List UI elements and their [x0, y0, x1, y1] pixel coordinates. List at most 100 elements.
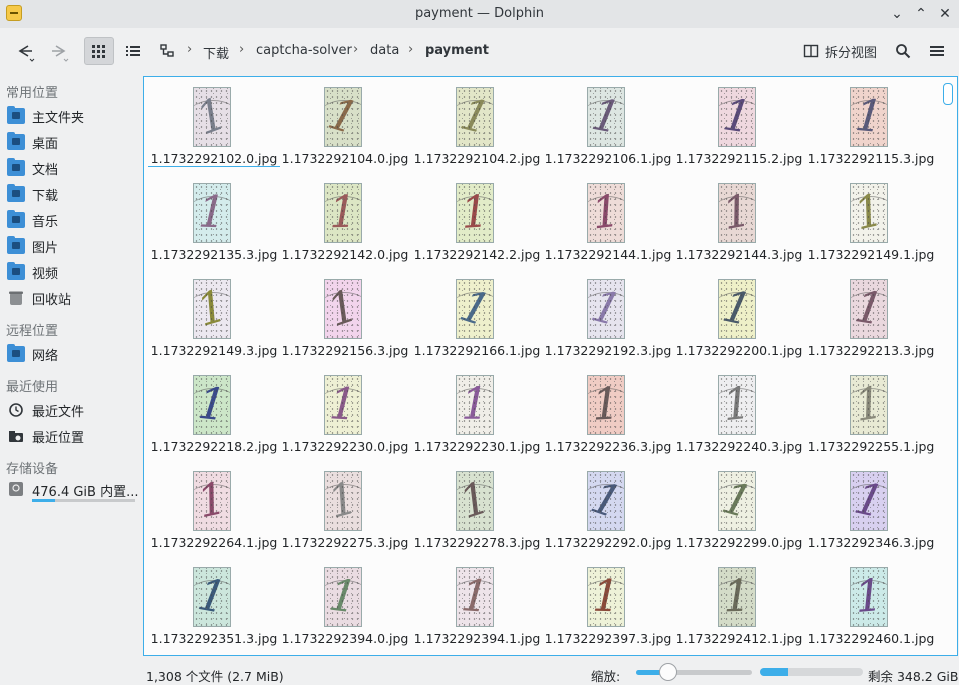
file-item[interactable]: 1 1.1732292299.0.jpg	[673, 471, 802, 561]
sidebar-item-documents[interactable]: 文档	[7, 157, 137, 179]
file-item[interactable]: 1 1.1732292102.0.jpg	[148, 87, 280, 177]
sidebar-item-pictures[interactable]: 图片	[7, 235, 137, 257]
thumbnail-noise-dots	[851, 88, 887, 146]
file-item[interactable]: 1 1.1732292200.1.jpg	[673, 279, 802, 369]
sidebar-item-label: 下载	[32, 188, 59, 204]
file-item[interactable]: 1 1.1732292278.3.jpg	[411, 471, 540, 561]
desktop-icon	[7, 132, 25, 150]
file-item[interactable]: 1 1.1732292166.1.jpg	[411, 279, 540, 369]
file-item[interactable]: 1 1.1732292104.2.jpg	[411, 87, 540, 177]
minimize-icon[interactable]: ⌄	[887, 4, 907, 24]
file-item[interactable]: 1 1.1732292397.3.jpg	[542, 567, 671, 655]
file-thumbnail: 1	[850, 279, 888, 339]
menu-button[interactable]	[924, 37, 950, 65]
split-view-button[interactable]: 拆分视图	[798, 37, 882, 65]
thumbnail-noise-dots	[719, 472, 755, 530]
search-button[interactable]	[890, 37, 916, 65]
file-name: 1.1732292255.1.jpg	[807, 439, 935, 454]
sidebar-item-music[interactable]: 音乐	[7, 209, 137, 231]
file-thumbnail: 1	[587, 87, 625, 147]
file-item[interactable]: 1 1.1732292218.2.jpg	[148, 375, 277, 465]
sidebar-item-downloads[interactable]: 下载	[7, 183, 137, 205]
file-name: 1.1732292149.3.jpg	[150, 343, 278, 358]
file-item[interactable]: 1 1.1732292292.0.jpg	[542, 471, 671, 561]
file-name: 1.1732292351.3.jpg	[150, 631, 278, 646]
file-thumbnail: 1	[587, 375, 625, 435]
file-thumbnail: 1	[324, 87, 362, 147]
file-item[interactable]: 1 1.1732292142.0.jpg	[279, 183, 408, 273]
sidebar-item-videos[interactable]: 视频	[7, 261, 137, 283]
file-item[interactable]: 1 1.1732292115.2.jpg	[673, 87, 802, 177]
zoom-slider-handle[interactable]	[659, 663, 678, 681]
sidebar-item-recent-files[interactable]: 最近文件	[7, 399, 137, 421]
file-name: 1.1732292230.1.jpg	[413, 439, 541, 454]
file-item[interactable]: 1 1.1732292115.3.jpg	[805, 87, 934, 177]
file-item[interactable]: 1 1.1732292240.3.jpg	[673, 375, 802, 465]
file-item[interactable]: 1 1.1732292236.3.jpg	[542, 375, 671, 465]
file-item[interactable]: 1 1.1732292394.0.jpg	[279, 567, 408, 655]
sidebar-item-desktop[interactable]: 桌面	[7, 131, 137, 153]
file-thumbnail: 1	[324, 279, 362, 339]
file-item[interactable]: 1 1.1732292412.1.jpg	[673, 567, 802, 655]
close-icon[interactable]: ✕	[935, 4, 955, 24]
file-name: 1.1732292166.1.jpg	[413, 343, 541, 358]
sidebar-item-home[interactable]: 主文件夹	[7, 105, 137, 127]
file-thumbnail: 1	[718, 87, 756, 147]
sidebar-item-network[interactable]: 网络	[7, 343, 137, 365]
file-item[interactable]: 1 1.1732292104.0.jpg	[279, 87, 408, 177]
file-item[interactable]: 1 1.1732292230.0.jpg	[279, 375, 408, 465]
vertical-scrollbar[interactable]	[943, 83, 953, 105]
remote-header: 远程位置	[6, 324, 59, 339]
location-toggle-button[interactable]	[154, 37, 180, 65]
documents-icon	[7, 158, 25, 176]
maximize-icon[interactable]: ⌃	[911, 4, 931, 24]
file-item[interactable]: 1 1.1732292106.1.jpg	[542, 87, 671, 177]
file-item[interactable]: 1 1.1732292135.3.jpg	[148, 183, 277, 273]
file-item[interactable]: 1 1.1732292460.1.jpg	[805, 567, 934, 655]
details-view-button[interactable]	[118, 37, 148, 65]
file-thumbnail: 1	[718, 183, 756, 243]
file-item[interactable]: 1 1.1732292264.1.jpg	[148, 471, 277, 561]
sidebar-item-trash[interactable]: 回收站	[7, 287, 137, 309]
sidebar-item-label: 最近位置	[32, 430, 85, 446]
forward-button[interactable]	[44, 37, 74, 65]
file-item[interactable]: 1 1.1732292156.3.jpg	[279, 279, 408, 369]
file-name: 1.1732292412.1.jpg	[675, 631, 803, 646]
file-item[interactable]: 1 1.1732292394.1.jpg	[411, 567, 540, 655]
file-item[interactable]: 1 1.1732292142.2.jpg	[411, 183, 540, 273]
file-thumbnail: 1	[850, 471, 888, 531]
breadcrumb-payment[interactable]: payment	[425, 43, 489, 58]
icons-view-button[interactable]	[84, 37, 114, 65]
thumbnail-noise-dots	[851, 472, 887, 530]
file-item[interactable]: 1 1.1732292275.3.jpg	[279, 471, 408, 561]
file-item[interactable]: 1 1.1732292230.1.jpg	[411, 375, 540, 465]
zoom-slider[interactable]	[636, 663, 752, 681]
file-item[interactable]: 1 1.1732292144.3.jpg	[673, 183, 802, 273]
file-thumbnail: 1	[324, 183, 362, 243]
thumbnail-noise-dots	[457, 472, 493, 530]
file-item[interactable]: 1 1.1732292144.1.jpg	[542, 183, 671, 273]
file-name: 1.1732292394.1.jpg	[413, 631, 541, 646]
breadcrumb-downloads[interactable]: 下载	[203, 43, 229, 62]
breadcrumb-data[interactable]: data	[370, 43, 399, 58]
file-view[interactable]: 11.1732292102.0.jpg11.1732292104.0.jpg11…	[143, 76, 958, 656]
file-item[interactable]: 1 1.1732292192.3.jpg	[542, 279, 671, 369]
window-title: payment — Dolphin	[414, 6, 545, 21]
downloads-icon	[7, 184, 25, 202]
file-item[interactable]: 1 1.1732292351.3.jpg	[148, 567, 277, 655]
breadcrumb-captcha-solver[interactable]: captcha-solver	[256, 43, 352, 58]
sidebar-item-internal-drive[interactable]: 476.4 GiB 内置...	[7, 481, 139, 507]
file-item[interactable]: 1 1.1732292255.1.jpg	[805, 375, 934, 465]
sidebar-item-recent-locations[interactable]: 最近位置	[7, 425, 137, 447]
file-item[interactable]: 1 1.1732292346.3.jpg	[805, 471, 934, 561]
back-button[interactable]	[10, 37, 40, 65]
file-thumbnail: 1	[456, 279, 494, 339]
breadcrumb-separator-icon: ›	[408, 42, 414, 57]
file-thumbnail: 1	[587, 471, 625, 531]
file-item[interactable]: 1 1.1732292213.3.jpg	[805, 279, 934, 369]
sidebar-item-label: 476.4 GiB 内置...	[32, 485, 139, 500]
file-item[interactable]: 1 1.1732292149.3.jpg	[148, 279, 277, 369]
recent-locations-icon	[9, 431, 23, 442]
thumbnail-noise-dots	[719, 376, 755, 434]
file-item[interactable]: 1 1.1732292149.1.jpg	[805, 183, 934, 273]
